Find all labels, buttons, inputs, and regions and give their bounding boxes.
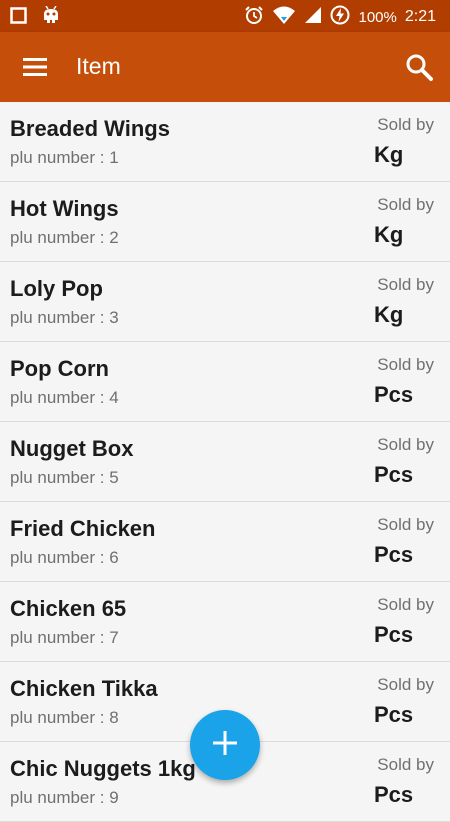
- sold-by-label: Sold by: [377, 195, 434, 214]
- sold-by-unit: Kg: [374, 302, 404, 327]
- battery-charging-icon: [330, 5, 350, 29]
- item-plu: plu number : 2: [10, 228, 119, 247]
- list-item[interactable]: Chicken 65 plu number : 7 Sold by Pcs: [0, 582, 450, 662]
- android-debug-icon: [41, 5, 61, 29]
- item-name: Chic Nuggets 1kg: [10, 756, 196, 781]
- wifi-icon: [272, 5, 296, 29]
- sold-by-label: Sold by: [377, 435, 434, 454]
- list-item[interactable]: Loly Pop plu number : 3 Sold by Kg: [0, 262, 450, 342]
- sold-by-unit: Kg: [374, 142, 404, 167]
- clock-time: 2:21: [404, 8, 436, 25]
- sold-by-label: Sold by: [377, 355, 434, 374]
- item-name: Breaded Wings: [10, 116, 170, 141]
- sold-by-label: Sold by: [377, 595, 434, 614]
- search-button[interactable]: [404, 52, 434, 82]
- sold-by-unit: Pcs: [374, 462, 414, 487]
- app-bar: Item: [0, 32, 450, 102]
- sold-by-label: Sold by: [377, 115, 434, 134]
- sold-by-label: Sold by: [377, 755, 434, 774]
- item-name: Loly Pop: [10, 276, 103, 301]
- item-plu: plu number : 1: [10, 148, 119, 167]
- list-item[interactable]: Pop Corn plu number : 4 Sold by Pcs: [0, 342, 450, 422]
- item-plu: plu number : 9: [10, 788, 119, 807]
- item-plu: plu number : 7: [10, 628, 119, 647]
- search-icon: [404, 54, 434, 86]
- signal-icon: [304, 6, 322, 28]
- item-name: Fried Chicken: [10, 516, 156, 541]
- menu-icon: [22, 58, 48, 83]
- sold-by-unit: Pcs: [374, 622, 414, 647]
- sold-by-unit: Kg: [374, 222, 404, 247]
- sold-by-label: Sold by: [377, 675, 434, 694]
- sold-by-unit: Pcs: [374, 702, 414, 727]
- sold-by-unit: Pcs: [374, 382, 414, 407]
- item-name: Chicken Tikka: [10, 676, 158, 701]
- page-title: Item: [76, 53, 121, 79]
- item-plu: plu number : 3: [10, 308, 119, 327]
- item-plu: plu number : 8: [10, 708, 119, 727]
- item-plu: plu number : 5: [10, 468, 119, 487]
- status-bar: 100% 2:21: [0, 0, 450, 32]
- plus-icon: [211, 729, 239, 762]
- menu-button[interactable]: [22, 55, 48, 79]
- item-name: Chicken 65: [10, 596, 127, 621]
- sold-by-label: Sold by: [377, 515, 434, 534]
- alarm-icon: [244, 5, 264, 29]
- list-item[interactable]: Nugget Box plu number : 5 Sold by Pcs: [0, 422, 450, 502]
- item-plu: plu number : 4: [10, 388, 119, 407]
- sold-by-label: Sold by: [377, 275, 434, 294]
- item-name: Nugget Box: [10, 436, 134, 461]
- notification-square-icon: [10, 6, 27, 29]
- item-name: Pop Corn: [10, 356, 109, 381]
- add-item-button[interactable]: [190, 710, 260, 780]
- battery-percent: 100%: [358, 8, 397, 26]
- sold-by-unit: Pcs: [374, 782, 414, 807]
- list-item[interactable]: Hot Wings plu number : 2 Sold by Kg: [0, 182, 450, 262]
- sold-by-unit: Pcs: [374, 542, 414, 567]
- item-name: Hot Wings: [10, 196, 119, 221]
- item-plu: plu number : 6: [10, 548, 119, 567]
- list-item[interactable]: Fried Chicken plu number : 6 Sold by Pcs: [0, 502, 450, 582]
- list-item[interactable]: Breaded Wings plu number : 1 Sold by Kg: [0, 102, 450, 182]
